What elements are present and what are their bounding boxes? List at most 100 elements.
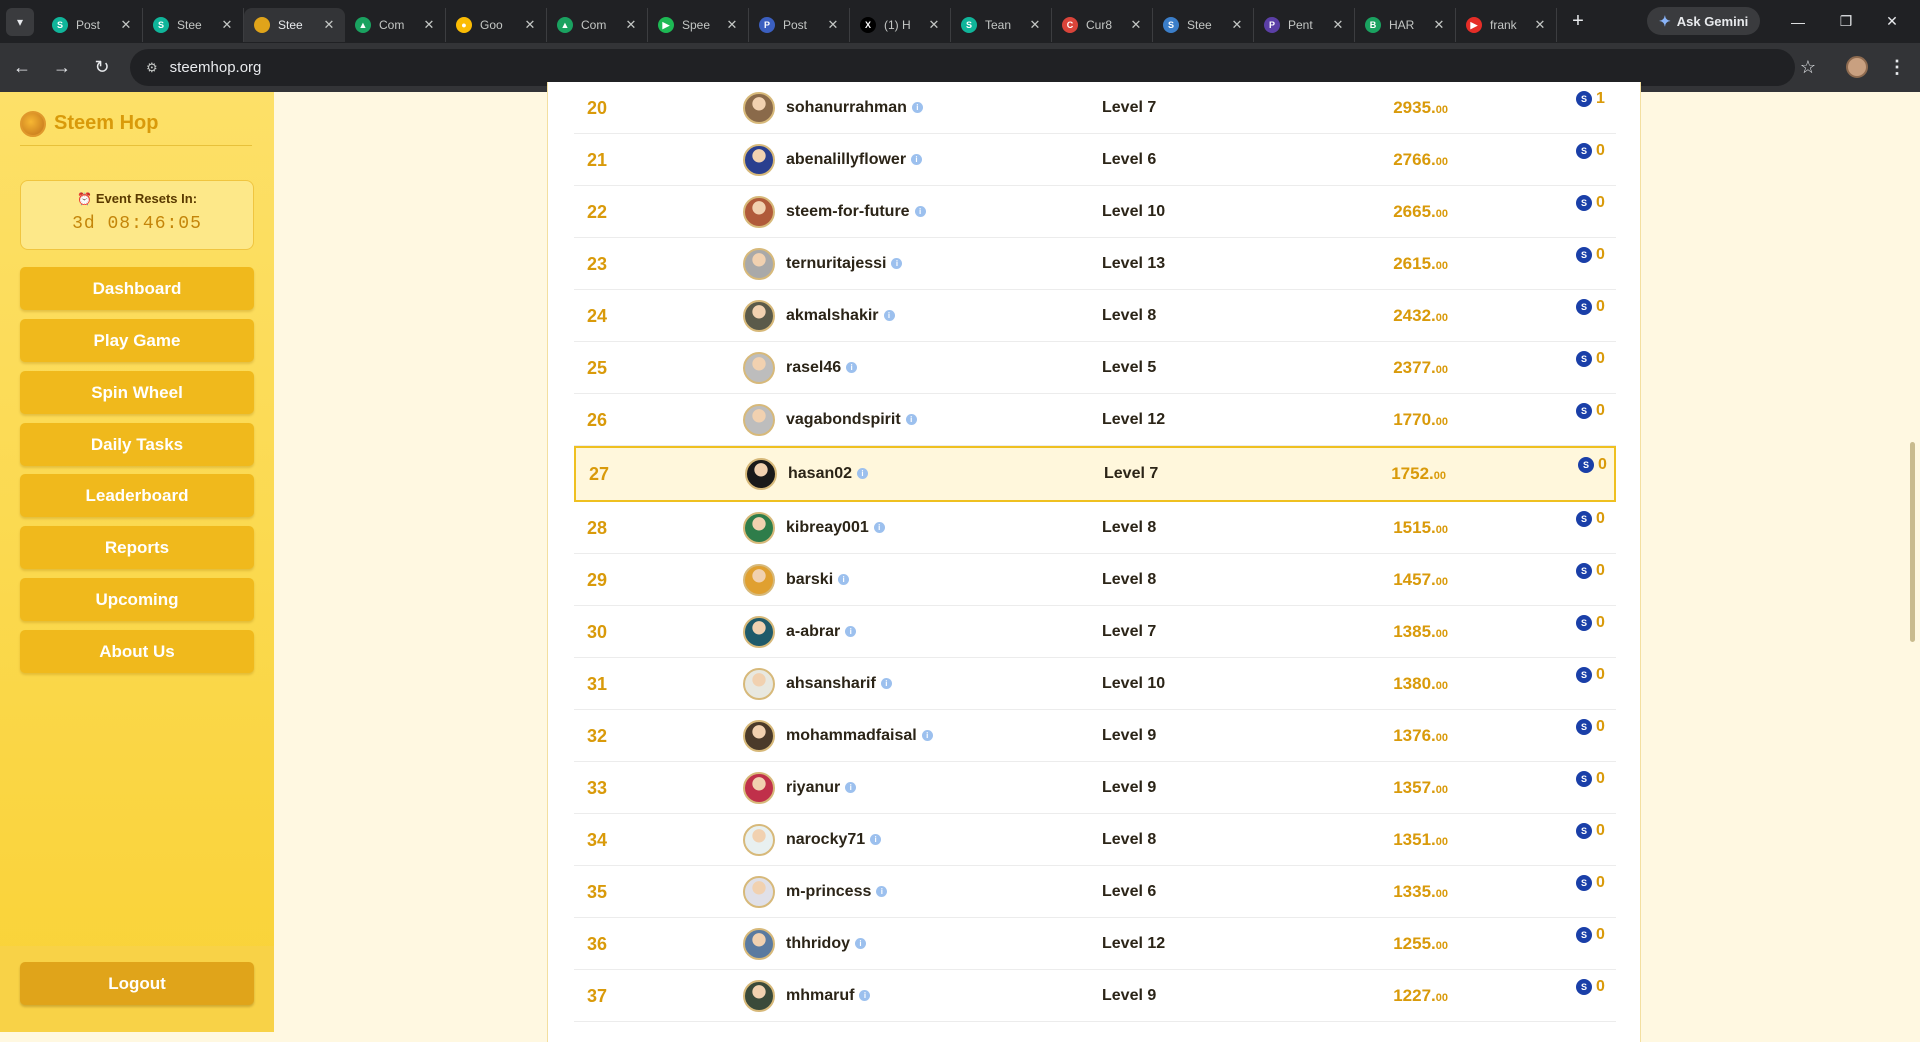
user-avatar[interactable] [743,144,775,176]
leaderboard-row[interactable]: 26 vagabondspirit i Level 12 1770.00 S 0 [574,394,1616,446]
info-icon[interactable]: i [891,258,903,270]
logout-button[interactable]: Logout [20,962,254,1005]
username-link[interactable]: mohammadfaisal i [786,710,933,762]
username-link[interactable]: barski i [786,554,850,606]
nav-daily-tasks-button[interactable]: Daily Tasks [20,423,254,466]
nav-play-game-button[interactable]: Play Game [20,319,254,362]
site-info-icon[interactable]: ⚙ [146,60,158,76]
leaderboard-row[interactable]: 23 ternuritajessi i Level 13 2615.00 S 0 [574,238,1616,290]
leaderboard-row[interactable]: 34 narocky71 i Level 8 1351.00 S 0 [574,814,1616,866]
tab-close-icon[interactable]: ✕ [1532,17,1548,33]
info-icon[interactable]: i [905,414,917,426]
leaderboard-row[interactable]: 20 sohanurrahman i Level 7 2935.00 S 1 [574,82,1616,134]
username-link[interactable]: hasan02 i [788,448,869,500]
forward-icon[interactable]: → [44,50,80,86]
browser-tab[interactable]: S Stee ✕ [1153,8,1254,42]
tab-close-icon[interactable]: ✕ [1330,17,1346,33]
nav-leaderboard-button[interactable]: Leaderboard [20,474,254,517]
browser-tab[interactable]: ▶ Spee ✕ [648,8,749,42]
leaderboard-row[interactable]: 31 ahsansharif i Level 10 1380.00 S 0 [574,658,1616,710]
ask-gemini-button[interactable]: ✦ Ask Gemini [1647,7,1761,35]
info-icon[interactable]: i [845,782,857,794]
username-link[interactable]: akmalshakir i [786,290,895,342]
leaderboard-row[interactable]: 25 rasel46 i Level 5 2377.00 S 0 [574,342,1616,394]
user-avatar[interactable] [743,772,775,804]
info-icon[interactable]: i [855,938,866,950]
tab-search-button[interactable]: ▾ [6,7,34,36]
user-avatar[interactable] [745,458,777,490]
info-icon[interactable]: i [846,362,858,374]
user-avatar[interactable] [743,720,775,752]
user-avatar[interactable] [743,92,775,124]
tab-close-icon[interactable]: ✕ [118,17,134,33]
leaderboard-row[interactable]: 32 mohammadfaisal i Level 9 1376.00 S 0 [574,710,1616,762]
new-tab-button[interactable]: + [1563,10,1593,33]
info-icon[interactable]: i [876,886,888,898]
leaderboard-row[interactable]: 30 a-abrar i Level 7 1385.00 S 0 [574,606,1616,658]
browser-tab[interactable]: ● Goo ✕ [446,8,547,42]
username-link[interactable]: abenalillyflower i [786,134,923,186]
user-avatar[interactable] [743,668,775,700]
username-link[interactable]: vagabondspirit i [786,394,917,446]
info-icon[interactable]: i [870,834,882,846]
username-link[interactable]: narocky71 i [786,814,882,866]
leaderboard-row[interactable]: 21 abenalillyflower i Level 6 2766.00 S 0 [574,134,1616,186]
tab-close-icon[interactable]: ✕ [1128,17,1144,33]
username-link[interactable]: riyanur i [786,762,857,814]
browser-tab[interactable]: C Cur8 ✕ [1052,8,1153,42]
user-avatar[interactable] [743,564,775,596]
username-link[interactable]: sohanurrahman i [786,82,923,134]
close-window-icon[interactable]: ✕ [1864,0,1920,43]
username-link[interactable]: a-abrar i [786,606,857,658]
leaderboard-row[interactable]: 24 akmalshakir i Level 8 2432.00 S 0 [574,290,1616,342]
user-avatar[interactable] [743,928,775,960]
browser-tab[interactable]: S Tean ✕ [951,8,1052,42]
info-icon[interactable]: i [921,730,933,742]
nav-about-us-button[interactable]: About Us [20,630,254,673]
profile-avatar[interactable] [1846,56,1868,78]
user-avatar[interactable] [743,196,775,228]
user-avatar[interactable] [743,300,775,332]
user-avatar[interactable] [743,512,775,544]
info-icon[interactable]: i [880,678,892,690]
browser-tab[interactable]: S Post ✕ [42,8,143,42]
user-avatar[interactable] [743,404,775,436]
info-icon[interactable]: i [873,522,885,534]
browser-tab[interactable]: ▲ Com ✕ [345,8,446,42]
info-icon[interactable]: i [845,626,857,638]
user-avatar[interactable] [743,980,775,1012]
nav-spin-wheel-button[interactable]: Spin Wheel [20,371,254,414]
browser-tab[interactable]: B HAR ✕ [1355,8,1456,42]
browser-tab[interactable]: Stee ✕ [244,8,345,42]
tab-close-icon[interactable]: ✕ [1431,17,1447,33]
leaderboard-row[interactable]: 36 thhridoy i Level 12 1255.00 S 0 [574,918,1616,970]
tab-close-icon[interactable]: ✕ [623,17,639,33]
browser-tab[interactable]: S Stee ✕ [143,8,244,42]
menu-kebab-icon[interactable]: ⋮ [1882,49,1912,85]
username-link[interactable]: ahsansharif i [786,658,892,710]
tab-close-icon[interactable]: ✕ [724,17,740,33]
nav-reports-button[interactable]: Reports [20,526,254,569]
bookmark-star-icon[interactable]: ☆ [1790,49,1826,85]
username-link[interactable]: rasel46 i [786,342,858,394]
user-avatar[interactable] [743,876,775,908]
browser-tab[interactable]: P Post ✕ [749,8,850,42]
browser-tab[interactable]: ▲ Com ✕ [547,8,648,42]
browser-tab[interactable]: P Pent ✕ [1254,8,1355,42]
username-link[interactable]: ternuritajessi i [786,238,903,290]
tab-close-icon[interactable]: ✕ [522,17,538,33]
leaderboard-row[interactable]: 27 hasan02 i Level 7 1752.00 S 0 [574,446,1616,502]
tab-close-icon[interactable]: ✕ [825,17,841,33]
back-icon[interactable]: ← [4,50,40,86]
leaderboard-row[interactable]: 35 m-princess i Level 6 1335.00 S 0 [574,866,1616,918]
info-icon[interactable]: i [883,310,895,322]
leaderboard-row[interactable]: 29 barski i Level 8 1457.00 S 0 [574,554,1616,606]
user-avatar[interactable] [743,824,775,856]
user-avatar[interactable] [743,352,775,384]
tab-close-icon[interactable]: ✕ [219,17,235,33]
browser-tab[interactable]: ▶ frank ✕ [1456,8,1557,42]
username-link[interactable]: kibreay001 i [786,502,885,554]
user-avatar[interactable] [743,248,775,280]
browser-tab[interactable]: X (1) H ✕ [850,8,951,42]
leaderboard-row[interactable]: 28 kibreay001 i Level 8 1515.00 S 0 [574,502,1616,554]
